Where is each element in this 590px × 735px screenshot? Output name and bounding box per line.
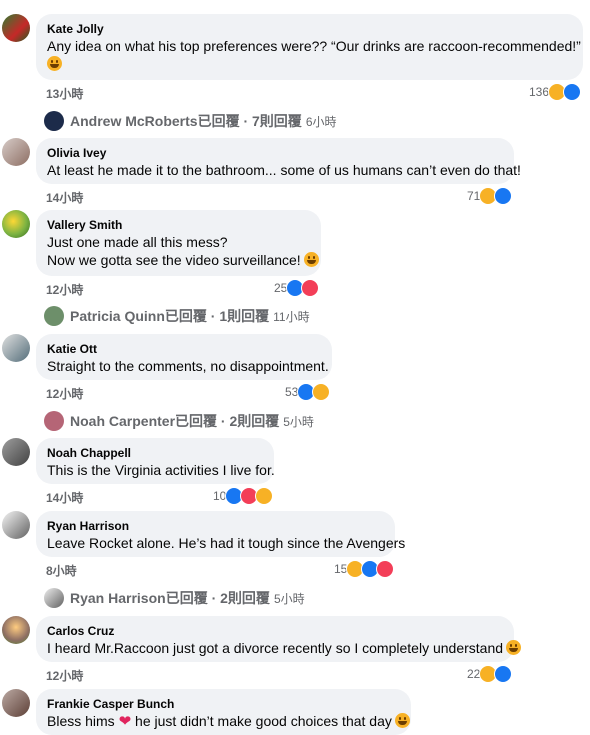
- comment-author[interactable]: Katie Ott: [47, 341, 321, 357]
- comment-text: he just didn’t make good choices that da…: [135, 713, 392, 729]
- love-reaction-icon: [301, 279, 320, 297]
- reaction-summary[interactable]: 25: [274, 279, 320, 297]
- avatar[interactable]: [2, 616, 30, 644]
- reaction-count: 15: [334, 562, 348, 576]
- comment-time[interactable]: 12小時: [46, 385, 83, 402]
- reaction-count: 53: [285, 385, 299, 399]
- comment-text: Any idea on what his top preferences wer…: [47, 38, 581, 54]
- reaction-count: 10: [213, 489, 227, 503]
- comment-bubble: Vallery Smith Just one made all this mes…: [36, 210, 321, 276]
- replies-label: Ryan Harrison已回覆 · 2則回覆: [70, 590, 270, 606]
- comment-time[interactable]: 12小時: [46, 667, 83, 684]
- replies-label: Patricia Quinn已回覆 · 1則回覆: [70, 308, 270, 324]
- avatar: [44, 306, 64, 326]
- laughing-emoji-icon: [303, 252, 319, 267]
- reaction-count: 22: [467, 667, 481, 681]
- comment-bubble: Carlos Cruz I heard Mr.Raccoon just got …: [36, 616, 522, 662]
- comment-bubble: Olivia Ivey At least he made it to the b…: [36, 138, 521, 184]
- reaction-count: 136: [529, 85, 550, 99]
- comment-time[interactable]: 13小時: [46, 85, 83, 102]
- replies-link[interactable]: Ryan Harrison已回覆 · 2則回覆 5小時: [44, 588, 305, 608]
- comment-text: I heard Mr.Raccoon just got a divorce re…: [47, 640, 504, 656]
- comment-text: Just one made all this mess?: [47, 234, 228, 250]
- comment-author[interactable]: Vallery Smith: [47, 217, 310, 233]
- replies-link[interactable]: Patricia Quinn已回覆 · 1則回覆 11小時: [44, 306, 310, 326]
- reaction-summary[interactable]: 10: [213, 487, 274, 505]
- laughing-emoji-icon: [506, 640, 522, 655]
- comment-author[interactable]: Olivia Ivey: [47, 145, 503, 161]
- avatar[interactable]: [2, 14, 30, 42]
- avatar: [44, 588, 64, 608]
- reaction-summary[interactable]: 15: [334, 560, 395, 578]
- reaction-count: 71: [467, 189, 481, 203]
- reply-time: 11小時: [273, 309, 310, 324]
- avatar[interactable]: [2, 334, 30, 362]
- avatar[interactable]: [2, 511, 30, 539]
- comment-text: At least he made it to the bathroom... s…: [47, 162, 521, 178]
- laughing-emoji-icon: [47, 56, 62, 71]
- avatar[interactable]: [2, 210, 30, 238]
- comment-bubble: Ryan Harrison Leave Rocket alone. He’s h…: [36, 511, 406, 557]
- comment-text: Leave Rocket alone. He’s had it tough si…: [47, 535, 406, 551]
- comment-time[interactable]: 12小時: [46, 281, 83, 298]
- replies-label: Andrew McRoberts已回覆 · 7則回覆: [70, 113, 302, 129]
- avatar: [44, 111, 64, 131]
- comment-bubble: Katie Ott Straight to the comments, no d…: [36, 334, 332, 380]
- like-reaction-icon: [563, 83, 582, 101]
- comment-text: Straight to the comments, no disappointm…: [47, 358, 329, 374]
- comment-author[interactable]: Carlos Cruz: [47, 623, 503, 639]
- avatar[interactable]: [2, 138, 30, 166]
- avatar[interactable]: [2, 689, 30, 717]
- comment-text: This is the Virginia activities I live f…: [47, 462, 275, 478]
- haha-reaction-icon: [312, 383, 331, 401]
- comment-time[interactable]: 8小時: [46, 562, 77, 579]
- avatar[interactable]: [2, 438, 30, 466]
- replies-link[interactable]: Noah Carpenter已回覆 · 2則回覆 5小時: [44, 411, 314, 431]
- comment-author[interactable]: Frankie Casper Bunch: [47, 696, 400, 712]
- comment-bubble: Noah Chappell This is the Virginia activ…: [36, 438, 275, 484]
- reply-time: 5小時: [283, 414, 314, 429]
- haha-reaction-icon: [255, 487, 274, 505]
- love-reaction-icon: [376, 560, 395, 578]
- comment-text: Bless hims: [47, 713, 115, 729]
- avatar: [44, 411, 64, 431]
- heart-emoji-icon: ❤: [118, 713, 132, 730]
- comment-text: Now we gotta see the video surveillance!: [47, 252, 301, 268]
- reaction-count: 25: [274, 281, 288, 295]
- comment-time[interactable]: 14小時: [46, 189, 83, 206]
- comment-author[interactable]: Noah Chappell: [47, 445, 263, 461]
- replies-label: Noah Carpenter已回覆 · 2則回覆: [70, 413, 280, 429]
- reaction-summary[interactable]: 71: [467, 187, 513, 205]
- comment-author[interactable]: Ryan Harrison: [47, 518, 384, 534]
- laughing-emoji-icon: [394, 713, 410, 728]
- reaction-summary[interactable]: 22: [467, 665, 513, 683]
- reply-time: 5小時: [273, 591, 305, 606]
- replies-link[interactable]: Andrew McRoberts已回覆 · 7則回覆 6小時: [44, 111, 337, 131]
- reply-time: 6小時: [305, 114, 337, 129]
- comment-time[interactable]: 14小時: [46, 489, 83, 506]
- reaction-summary[interactable]: 136: [529, 83, 582, 101]
- comment-bubble: Kate Jolly Any idea on what his top pref…: [36, 14, 583, 80]
- like-reaction-icon: [494, 665, 513, 683]
- reaction-summary[interactable]: 53: [285, 383, 331, 401]
- comment-author[interactable]: Kate Jolly: [47, 21, 572, 37]
- like-reaction-icon: [494, 187, 513, 205]
- comment-bubble: Frankie Casper Bunch Bless hims ❤ he jus…: [36, 689, 411, 735]
